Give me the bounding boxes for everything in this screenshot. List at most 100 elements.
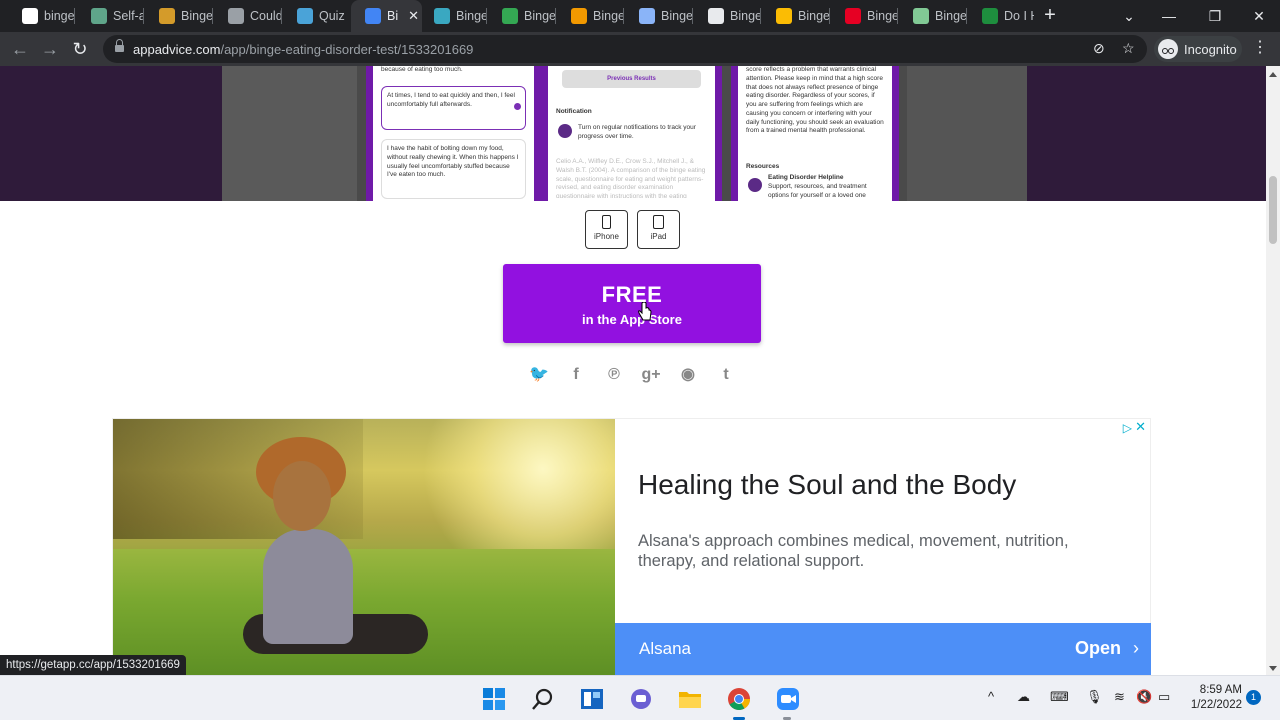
tab-15[interactable]: Do I H (968, 0, 1034, 32)
tree-icon (913, 8, 929, 24)
reload-icon[interactable]: ↻ (68, 37, 92, 61)
selected-answer: At times, I tend to eat quickly and then… (381, 86, 526, 130)
screenshot-text: because of eating too much. (381, 66, 463, 73)
zoom-icon[interactable] (776, 687, 800, 711)
ad-brand: Alsana (639, 639, 691, 658)
minimize-button[interactable]: — (1146, 0, 1192, 32)
volume-muted-icon[interactable]: 🔇 (1136, 689, 1152, 705)
battery-icon[interactable]: ▭ (1158, 689, 1170, 705)
windows-taskbar: ^ ☁ ⌨ 🎙 ≋ 🔇 ▭ 8:59 AM 1/22/2022 1 (0, 675, 1280, 720)
iphone-icon (602, 215, 611, 229)
tab-6[interactable]: Bi ✕ (351, 0, 422, 32)
iphone-button[interactable]: iPhone (585, 210, 628, 249)
browser-toolbar: ← → ↻ appadvice.com/app/binge-eating-dis… (0, 32, 1280, 66)
ad-photo (113, 419, 615, 675)
tab-3[interactable]: Binge (145, 0, 212, 32)
tab-title: binge (44, 9, 74, 23)
tumblr-icon[interactable]: t (715, 364, 737, 386)
forward-icon[interactable]: → (38, 37, 62, 61)
tab-2[interactable]: Self-a (77, 0, 143, 32)
cloud-icon[interactable]: ☁ (1017, 689, 1030, 705)
new-tab-button[interactable]: + (1039, 5, 1061, 27)
close-window-button[interactable]: ✕ (1236, 0, 1280, 32)
ad-banner[interactable]: Healing the Soul and the Body Alsana's a… (112, 418, 1151, 675)
facebook-icon[interactable]: f (565, 364, 587, 386)
clock-date: 1/22/2022 (1190, 699, 1242, 711)
helpline-title: Eating Disorder Helpline (768, 174, 844, 181)
tab-5[interactable]: Quiz F (283, 0, 349, 32)
close-tab-icon[interactable]: ✕ (408, 8, 419, 24)
tab-9[interactable]: Binge (557, 0, 623, 32)
ad-title[interactable]: Healing the Soul and the Body (638, 469, 1016, 501)
menu-kebab-icon[interactable]: ⋮ (1252, 40, 1268, 56)
reddit-icon[interactable]: ◉ (677, 364, 699, 386)
book-icon (159, 8, 175, 24)
tab-12[interactable]: Binge (762, 0, 829, 32)
restore-button[interactable]: ❐ (1192, 0, 1238, 32)
address-bar[interactable]: appadvice.com/app/binge-eating-disorder-… (103, 35, 1147, 63)
google-plus-icon[interactable]: g+ (640, 364, 662, 386)
tab-10[interactable]: Binge (625, 0, 692, 32)
incognito-icon (1158, 39, 1178, 59)
cup-icon (776, 8, 792, 24)
url-host: appadvice.com (133, 42, 221, 57)
bell-icon (558, 124, 572, 138)
incognito-button[interactable]: Incognito (1154, 36, 1242, 62)
back-icon[interactable]: ← (8, 37, 32, 61)
notification-badge[interactable]: 1 (1246, 690, 1261, 705)
tab-8[interactable]: Binge (488, 0, 555, 32)
chat-icon[interactable] (629, 687, 653, 711)
answer-option-text: I have the habit of bolting down my food… (387, 145, 519, 179)
keyboard-icon[interactable]: ⌨ (1050, 689, 1069, 705)
ad-action-bar[interactable]: Alsana Open › (615, 623, 1151, 675)
leaf-icon (982, 8, 998, 24)
tracking-blocked-icon[interactable]: ⊘ (1093, 40, 1105, 57)
microphone-icon[interactable]: 🎙 (1086, 689, 1103, 705)
selected-answer-text: At times, I tend to eat quickly and then… (387, 92, 515, 108)
pulse-icon (708, 8, 724, 24)
ipad-button[interactable]: iPad (637, 210, 680, 249)
result-text: score reflects a problem that warrants c… (746, 66, 884, 135)
app-screenshot-1[interactable]: because of eating too much. At times, I … (366, 66, 541, 201)
pinterest-icon[interactable]: ℗ (603, 364, 625, 386)
wifi-icon[interactable]: ≋ (1114, 689, 1125, 705)
chrome-icon[interactable] (727, 687, 751, 711)
tab-title: Do I H (1004, 9, 1034, 23)
answer-option: I have the habit of bolting down my food… (381, 139, 526, 199)
search-icon[interactable] (531, 687, 555, 711)
adchoices-icon[interactable]: ▷ (1123, 421, 1132, 435)
url-path: /app/binge-eating-disorder-test/15332016… (220, 42, 474, 57)
widgets-icon[interactable] (580, 687, 604, 711)
ad-close-icon[interactable]: ✕ (1135, 419, 1146, 435)
app-screenshot-3[interactable]: score reflects a problem that warrants c… (731, 66, 899, 201)
scroll-down-icon[interactable] (1269, 666, 1277, 671)
twitter-icon[interactable]: 🐦 (528, 364, 550, 386)
url-text[interactable]: appadvice.com/app/binge-eating-disorder-… (133, 42, 473, 57)
screenshot-gallery: because of eating too much. At times, I … (0, 66, 1266, 201)
chevron-up-icon[interactable]: ^ (988, 689, 994, 704)
taskbar-clock[interactable]: 8:59 AM 1/22/2022 (1186, 683, 1242, 713)
clock-time: 8:59 AM (1199, 684, 1242, 696)
tab-4[interactable]: Could (214, 0, 281, 32)
a-icon (502, 8, 518, 24)
notification-text: Turn on regular notifications to track y… (578, 124, 696, 140)
screen: binge Self-a Binge Could Quiz F Bi ✕ Binge Binge… (0, 0, 1280, 720)
tab-title: Binge (456, 9, 486, 23)
windows-start-icon[interactable] (482, 687, 506, 711)
bookmark-star-icon[interactable]: ☆ (1122, 40, 1135, 57)
chart-icon (571, 8, 587, 24)
ad-open-button[interactable]: Open (1075, 638, 1121, 659)
scroll-up-icon[interactable] (1269, 72, 1277, 77)
file-explorer-icon[interactable] (678, 687, 702, 711)
tab-11[interactable]: Binge (694, 0, 760, 32)
tab-title: Binge (661, 9, 692, 23)
page-scrollbar[interactable] (1266, 66, 1280, 675)
app-screenshot-2[interactable]: Previous Results Notification Turn on re… (541, 66, 722, 201)
app-store-button[interactable]: FREE in the App Store (503, 264, 761, 343)
tab-14[interactable]: Binge (899, 0, 966, 32)
scroll-thumb[interactable] (1269, 176, 1277, 244)
citation-text: Celio A.A., Wilfley D.E., Crow S.J., Mit… (556, 158, 706, 198)
tab-1[interactable]: binge (8, 0, 74, 32)
tab-13[interactable]: Binge (831, 0, 897, 32)
tab-7[interactable]: Binge (420, 0, 486, 32)
